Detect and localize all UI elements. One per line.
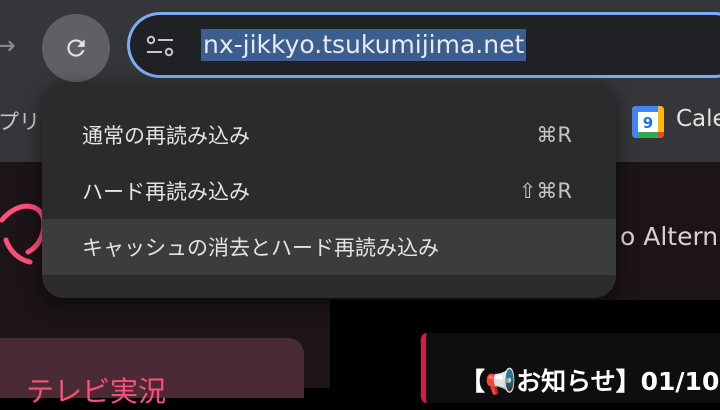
google-calendar-icon[interactable]: 9 xyxy=(632,106,664,138)
menu-item-label: 通常の再読み込み xyxy=(82,124,250,148)
tune-icon[interactable] xyxy=(145,34,175,58)
menu-item-shortcut: ⌘R xyxy=(536,123,572,147)
page-heading-fragment: o Altern xyxy=(620,222,719,251)
menu-item-empty-cache-hard-reload[interactable]: キャッシュの消去とハード再読み込み xyxy=(42,219,616,275)
address-bar[interactable]: nx-jikkyo.tsukumijima.net xyxy=(127,12,720,78)
menu-item-label: キャッシュの消去とハード再読み込み xyxy=(82,236,439,260)
reload-icon xyxy=(67,39,85,57)
news-title[interactable]: 【📢お知らせ】01/10 xyxy=(460,362,719,398)
bookmark-apps[interactable]: プリ xyxy=(0,106,40,136)
reload-button[interactable] xyxy=(42,14,110,82)
menu-item-normal-reload[interactable]: 通常の再読み込み ⌘R xyxy=(42,107,616,163)
tv-jikkyo-title[interactable]: テレビ実況 xyxy=(26,370,166,410)
url-text[interactable]: nx-jikkyo.tsukumijima.net xyxy=(201,29,527,61)
bookmark-calendar[interactable]: Cale xyxy=(676,106,720,132)
menu-item-shortcut: ⇧⌘R xyxy=(518,179,572,203)
menu-item-hard-reload[interactable]: ハード再読み込み ⇧⌘R xyxy=(42,163,616,219)
svg-text:9: 9 xyxy=(643,114,653,132)
forward-button[interactable]: → xyxy=(0,30,22,62)
reload-context-menu: 通常の再読み込み ⌘R ハード再読み込み ⇧⌘R キャッシュの消去とハード再読み… xyxy=(42,82,616,298)
arrow-forward-icon: → xyxy=(0,31,16,61)
menu-item-label: ハード再読み込み xyxy=(82,180,250,204)
